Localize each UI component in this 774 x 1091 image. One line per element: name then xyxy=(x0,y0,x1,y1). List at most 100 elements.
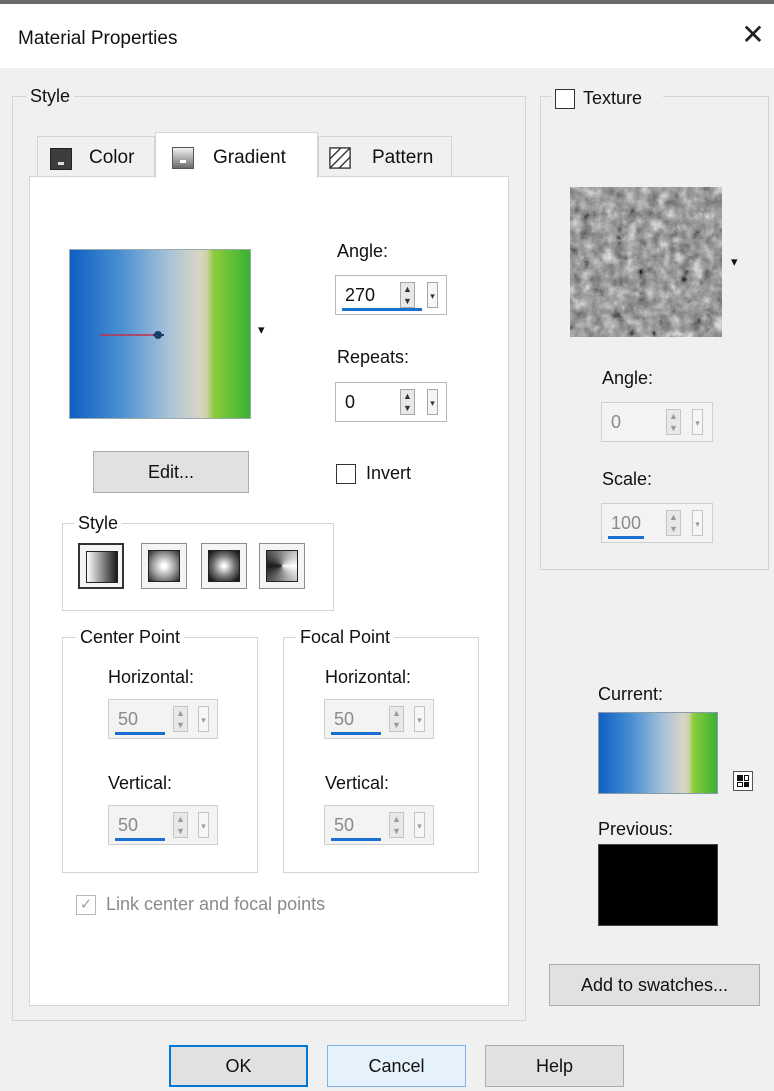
center-vertical-dropdown-icon[interactable]: ▾ xyxy=(198,812,209,838)
center-horizontal-label: Horizontal: xyxy=(108,667,195,687)
angle-up-icon[interactable]: ▲ xyxy=(403,284,412,294)
angle-value[interactable]: 270 xyxy=(345,285,375,306)
angle-stepper[interactable]: ▲ ▼ xyxy=(400,282,415,308)
center-point-legend: Center Point xyxy=(76,627,185,648)
texture-scale-spinbox[interactable]: 100 ▲ ▼ ▾ xyxy=(601,503,713,543)
repeats-dropdown-icon[interactable]: ▾ xyxy=(427,389,438,415)
add-to-swatches-button[interactable]: Add to swatches... xyxy=(549,964,760,1006)
angle-down-icon[interactable]: ▼ xyxy=(403,296,412,306)
help-button[interactable]: Help xyxy=(485,1045,624,1087)
swap-icon[interactable] xyxy=(733,771,753,791)
focal-vertical-slider-bar[interactable] xyxy=(331,838,381,841)
center-vertical-label: Vertical: xyxy=(108,773,173,793)
center-horizontal-up-icon[interactable]: ▲ xyxy=(176,708,185,718)
center-vertical-spinbox[interactable]: 50 ▲ ▼ ▾ xyxy=(108,805,218,845)
angle-label: Angle: xyxy=(337,241,389,261)
texture-angle-value[interactable]: 0 xyxy=(611,412,621,433)
linear-style-icon xyxy=(86,551,118,583)
tab-color[interactable]: Color xyxy=(37,136,155,178)
radial-style-icon xyxy=(266,550,298,582)
focal-horizontal-stepper[interactable]: ▲ ▼ xyxy=(389,706,404,732)
invert-checkbox[interactable] xyxy=(336,464,356,484)
radial-style-button[interactable] xyxy=(259,543,305,589)
angle-dropdown-icon[interactable]: ▾ xyxy=(427,282,438,308)
invert-label: Invert xyxy=(366,463,412,483)
material-properties-dialog: Material Properties ✕ Style Color Gradie… xyxy=(0,4,774,1091)
focal-horizontal-dropdown-icon[interactable]: ▾ xyxy=(414,706,425,732)
center-vertical-value[interactable]: 50 xyxy=(118,815,138,836)
center-horizontal-spinbox[interactable]: 50 ▲ ▼ ▾ xyxy=(108,699,218,739)
center-horizontal-stepper[interactable]: ▲ ▼ xyxy=(173,706,188,732)
center-horizontal-down-icon[interactable]: ▼ xyxy=(176,720,185,730)
rectangular-style-button[interactable] xyxy=(141,543,187,589)
gradient-style-legend: Style xyxy=(74,513,123,534)
focal-vertical-up-icon[interactable]: ▲ xyxy=(392,814,401,824)
center-vertical-slider-bar[interactable] xyxy=(115,838,165,841)
texture-scale-label: Scale: xyxy=(602,469,653,489)
link-points-checkbox[interactable]: ✓ xyxy=(76,895,96,915)
color-swatch-icon xyxy=(50,148,72,170)
gradient-icon xyxy=(172,147,194,169)
texture-preview[interactable] xyxy=(570,187,722,337)
texture-scale-dropdown-icon[interactable]: ▾ xyxy=(692,510,703,536)
texture-angle-stepper[interactable]: ▲ ▼ xyxy=(666,409,681,435)
focal-vertical-stepper[interactable]: ▲ ▼ xyxy=(389,812,404,838)
texture-scale-up-icon[interactable]: ▲ xyxy=(669,512,678,522)
texture-scale-down-icon[interactable]: ▼ xyxy=(669,524,678,534)
texture-scale-value[interactable]: 100 xyxy=(611,513,641,534)
focal-horizontal-up-icon[interactable]: ▲ xyxy=(392,708,401,718)
texture-scale-stepper[interactable]: ▲ ▼ xyxy=(666,510,681,536)
sunburst-style-button[interactable] xyxy=(201,543,247,589)
center-vertical-down-icon[interactable]: ▼ xyxy=(176,826,185,836)
focal-horizontal-slider-bar[interactable] xyxy=(331,732,381,735)
angle-slider-bar[interactable] xyxy=(342,308,422,311)
repeats-spinbox[interactable]: 0 ▲ ▼ ▾ xyxy=(335,382,447,422)
previous-swatch[interactable] xyxy=(598,844,718,926)
repeats-stepper[interactable]: ▲ ▼ xyxy=(400,389,415,415)
center-horizontal-slider-bar[interactable] xyxy=(115,732,165,735)
edit-gradient-button[interactable]: Edit... xyxy=(93,451,249,493)
focal-vertical-dropdown-icon[interactable]: ▾ xyxy=(414,812,425,838)
pattern-icon xyxy=(329,147,351,169)
repeats-down-icon[interactable]: ▼ xyxy=(403,403,412,413)
texture-dropdown-arrow[interactable]: ▾ xyxy=(731,254,738,270)
center-horizontal-value[interactable]: 50 xyxy=(118,709,138,730)
focal-vertical-down-icon[interactable]: ▼ xyxy=(392,826,401,836)
close-icon[interactable]: ✕ xyxy=(738,20,768,50)
tab-pattern-label: Pattern xyxy=(372,147,434,168)
texture-label: Texture xyxy=(583,88,643,108)
gradient-dropdown-arrow[interactable]: ▾ xyxy=(258,322,265,338)
focal-point-legend: Focal Point xyxy=(296,627,395,648)
tab-gradient[interactable]: Gradient xyxy=(155,132,318,178)
rectangular-style-icon xyxy=(148,550,180,582)
focal-vertical-spinbox[interactable]: 50 ▲ ▼ ▾ xyxy=(324,805,434,845)
texture-checkbox[interactable] xyxy=(555,89,575,109)
ok-button[interactable]: OK xyxy=(169,1045,308,1087)
sunburst-style-icon xyxy=(208,550,240,582)
focal-horizontal-spinbox[interactable]: 50 ▲ ▼ ▾ xyxy=(324,699,434,739)
tab-gradient-label: Gradient xyxy=(213,147,286,168)
texture-angle-spinbox[interactable]: 0 ▲ ▼ ▾ xyxy=(601,402,713,442)
focal-horizontal-down-icon[interactable]: ▼ xyxy=(392,720,401,730)
center-vertical-up-icon[interactable]: ▲ xyxy=(176,814,185,824)
center-horizontal-dropdown-icon[interactable]: ▾ xyxy=(198,706,209,732)
texture-scale-slider-bar[interactable] xyxy=(608,536,644,539)
angle-spinbox[interactable]: 270 ▲ ▼ ▾ xyxy=(335,275,447,315)
focal-horizontal-label: Horizontal: xyxy=(325,667,412,687)
texture-angle-dropdown-icon[interactable]: ▾ xyxy=(692,409,703,435)
repeats-value[interactable]: 0 xyxy=(345,392,355,413)
current-label: Current: xyxy=(598,684,664,704)
cancel-button[interactable]: Cancel xyxy=(327,1045,466,1087)
focal-vertical-value[interactable]: 50 xyxy=(334,815,354,836)
repeats-up-icon[interactable]: ▲ xyxy=(403,391,412,401)
tab-pattern[interactable]: Pattern xyxy=(318,136,452,178)
texture-angle-down-icon[interactable]: ▼ xyxy=(669,423,678,433)
linear-style-button[interactable] xyxy=(78,543,124,589)
repeats-label: Repeats: xyxy=(337,347,410,367)
texture-angle-up-icon[interactable]: ▲ xyxy=(669,411,678,421)
center-vertical-stepper[interactable]: ▲ ▼ xyxy=(173,812,188,838)
gradient-preview[interactable] xyxy=(69,249,251,419)
current-swatch[interactable] xyxy=(598,712,718,794)
focal-horizontal-value[interactable]: 50 xyxy=(334,709,354,730)
tab-color-label: Color xyxy=(89,147,135,168)
